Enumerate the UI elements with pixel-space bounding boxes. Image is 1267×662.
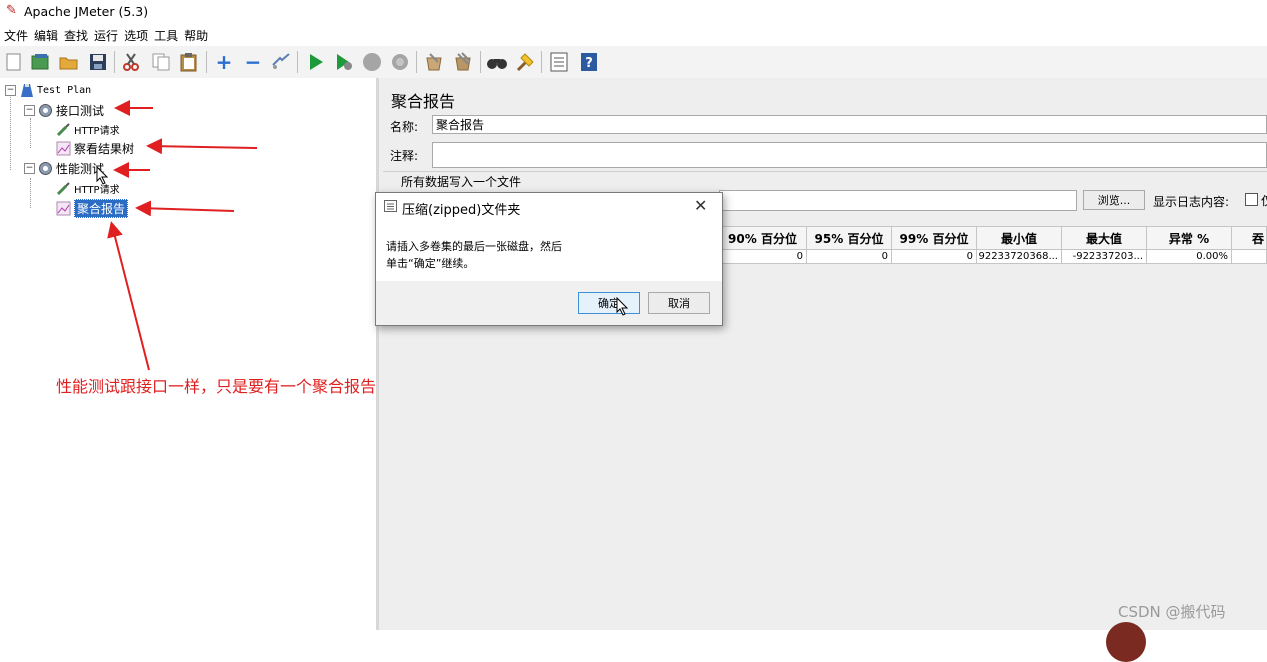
annotation-note: 性能测试跟接口一样，只是要有一个聚合报告 <box>56 377 377 396</box>
mouse-cursor-icon <box>616 297 629 316</box>
ok-button[interactable]: 确定 <box>578 292 640 314</box>
arrow-to-view-results-tree <box>146 138 258 155</box>
arrow-from-annotation <box>107 221 150 371</box>
dialog-message-line2: 单击“确定”继续。 <box>386 257 475 270</box>
dialog-titlebar[interactable]: 压缩(zipped)文件夹 ✕ <box>376 193 722 221</box>
close-icon[interactable]: ✕ <box>694 196 707 215</box>
cancel-button[interactable]: 取消 <box>648 292 710 314</box>
dialog-message-line1: 请插入多卷集的最后一张磁盘，然后 <box>386 240 562 253</box>
dialog-title: 压缩(zipped)文件夹 <box>402 203 521 218</box>
arrow-to-aggregate-report <box>135 200 235 217</box>
dialog-body: 请插入多卷集的最后一张磁盘，然后 单击“确定”继续。 <box>376 221 722 281</box>
window-list-icon <box>384 200 397 215</box>
zipped-folder-dialog: 压缩(zipped)文件夹 ✕ 请插入多卷集的最后一张磁盘，然后 单击“确定”继… <box>375 192 723 326</box>
avatar <box>1106 622 1146 662</box>
